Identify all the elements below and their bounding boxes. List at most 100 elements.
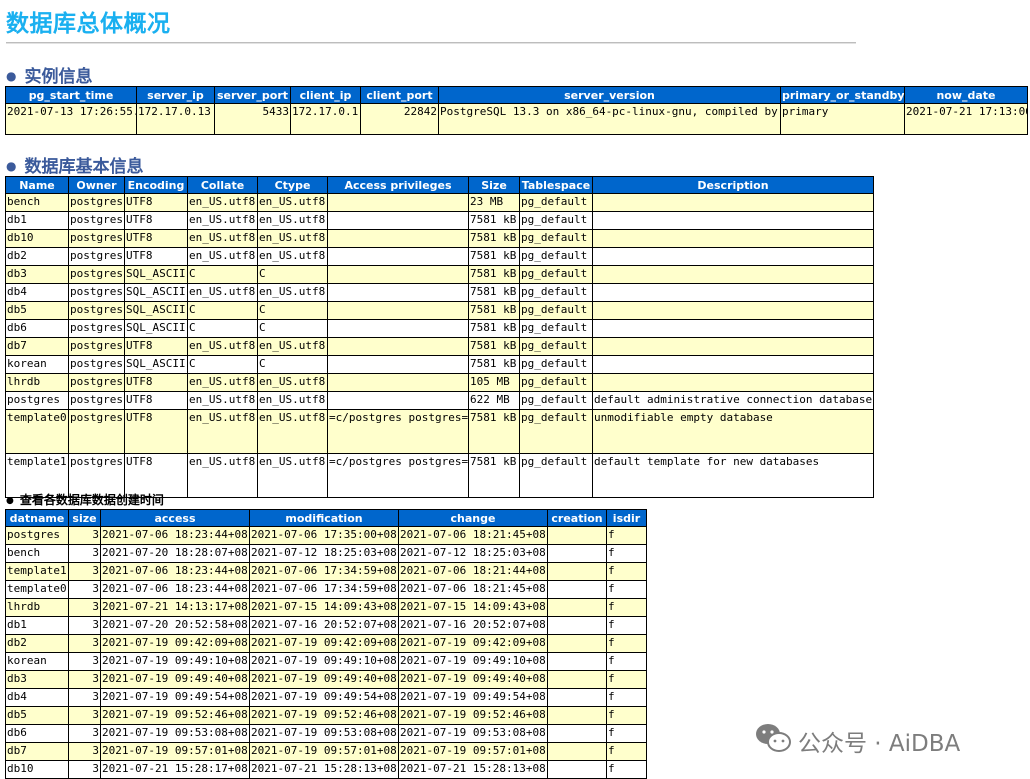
bullet-icon: ● [6, 69, 17, 83]
cell-access-privileges [327, 319, 469, 338]
cell-access-privileges [327, 301, 469, 320]
cell-collate: C [187, 301, 258, 320]
cell-access: 2021-07-19 09:42:09+08 [100, 634, 250, 653]
column-header-access-privileges: Access privileges [327, 176, 469, 194]
creation-time-title: 查看各数据库数据创建时间 [19, 493, 164, 507]
cell-access-privileges [327, 373, 469, 392]
cell-isdir: f [606, 670, 647, 689]
cell-encoding: UTF8 [124, 247, 188, 266]
cell-datname: db7 [5, 742, 69, 761]
cell-collate: C [187, 319, 258, 338]
cell-owner: postgres [68, 193, 125, 212]
table-row: db7 postgres UTF8 en_US.utf8 en_US.utf8 7581 … [5, 337, 874, 356]
column-header-owner: Owner [68, 176, 125, 194]
cell-creation [547, 562, 607, 581]
cell-isdir: f [606, 652, 647, 671]
cell-ctype: C [257, 319, 328, 338]
cell-access-privileges [327, 229, 469, 248]
cell-description [592, 211, 874, 230]
cell-access-privileges [327, 193, 469, 212]
table-header-row: Name Owner Encoding Collate Ctype Access priv… [5, 176, 874, 194]
cell-access: 2021-07-19 09:57:01+08 [100, 742, 250, 761]
column-header-client-ip: client_ip [290, 86, 361, 104]
cell-ctype: C [257, 265, 328, 284]
cell-creation [547, 616, 607, 635]
database-section-heading: ● 数据库基本信息 [6, 152, 143, 177]
cell-isdir: f [606, 598, 647, 617]
cell-isdir: f [606, 580, 647, 599]
table-row: db3 postgres SQL_ASCII C C 7581 kB pg_default [5, 265, 874, 284]
cell-datname: template0 [5, 580, 69, 599]
column-header-encoding: Encoding [124, 176, 188, 194]
cell-tablespace: pg_default [519, 337, 593, 356]
cell-access: 2021-07-19 09:49:54+08 [100, 688, 250, 707]
cell-ctype: en_US.utf8 [257, 373, 328, 392]
cell-datname: db1 [5, 616, 69, 635]
cell-name: db4 [5, 283, 69, 302]
cell-description [592, 373, 874, 392]
cell-access-privileges [327, 211, 469, 230]
cell-size: 7581 kB [468, 301, 520, 320]
cell-access-privileges [327, 247, 469, 266]
cell-collate: en_US.utf8 [187, 373, 258, 392]
cell-tablespace: pg_default [519, 247, 593, 266]
cell-encoding: UTF8 [124, 391, 188, 410]
table-row: db2 3 2021-07-19 09:42:09+08 2021-07-19 09:… [5, 634, 647, 653]
column-header-change: change [398, 509, 548, 527]
cell-change: 2021-07-19 09:49:10+08 [398, 652, 548, 671]
database-section-title: 数据库基本信息 [24, 157, 144, 177]
cell-collate: en_US.utf8 [187, 211, 258, 230]
cell-encoding: SQL_ASCII [124, 283, 188, 302]
cell-size: 3 [68, 580, 101, 599]
cell-description [592, 283, 874, 302]
cell-owner: postgres [68, 247, 125, 266]
cell-access: 2021-07-19 09:49:10+08 [100, 652, 250, 671]
cell-size: 3 [68, 616, 101, 635]
cell-name: template0 [5, 409, 69, 454]
cell-ctype: en_US.utf8 [257, 409, 328, 454]
title-divider [6, 42, 856, 44]
cell-size: 7581 kB [468, 355, 520, 374]
cell-size: 7581 kB [468, 337, 520, 356]
bullet-icon: ● [6, 159, 17, 173]
cell-datname: db6 [5, 724, 69, 743]
cell-access: 2021-07-19 09:49:40+08 [100, 670, 250, 689]
cell-description [592, 229, 874, 248]
cell-tablespace: pg_default [519, 283, 593, 302]
creation-time-heading: ● 查看各数据库数据创建时间 [6, 491, 164, 508]
cell-tablespace: pg_default [519, 391, 593, 410]
cell-creation [547, 526, 607, 545]
cell-change: 2021-07-19 09:53:08+08 [398, 724, 548, 743]
cell-size: 3 [68, 544, 101, 563]
bullet-icon: ● [6, 496, 14, 506]
cell-ctype: en_US.utf8 [257, 247, 328, 266]
cell-ctype: en_US.utf8 [257, 453, 328, 498]
column-header-client-port: client_port [360, 86, 439, 104]
table-row: db10 postgres UTF8 en_US.utf8 en_US.utf8 7581… [5, 229, 874, 248]
cell-size: 3 [68, 760, 101, 779]
cell-collate: en_US.utf8 [187, 409, 258, 454]
cell-isdir: f [606, 724, 647, 743]
column-header-creation: creation [547, 509, 607, 527]
instance-info-table: pg_start_time server_ip server_port client_… [5, 86, 1028, 135]
instance-section-heading: ● 实例信息 [6, 62, 92, 87]
cell-access: 2021-07-19 09:52:46+08 [100, 706, 250, 725]
cell-client-ip: 172.17.0.1 [290, 103, 361, 135]
cell-owner: postgres [68, 229, 125, 248]
cell-owner: postgres [68, 283, 125, 302]
cell-change: 2021-07-16 20:52:07+08 [398, 616, 548, 635]
cell-tablespace: pg_default [519, 229, 593, 248]
cell-creation [547, 706, 607, 725]
watermark-text: 公众号 · AiDBA [798, 731, 961, 757]
cell-size: 7581 kB [468, 283, 520, 302]
table-row: db1 3 2021-07-20 20:52:58+08 2021-07-16 20:… [5, 616, 647, 635]
cell-collate: en_US.utf8 [187, 247, 258, 266]
cell-access-privileges [327, 355, 469, 374]
cell-tablespace: pg_default [519, 453, 593, 498]
cell-datname: lhrdb [5, 598, 69, 617]
table-row: db7 3 2021-07-19 09:57:01+08 2021-07-19 09:… [5, 742, 647, 761]
cell-now-date: 2021-07-21 17:13:06.900674+08 [904, 103, 1028, 135]
cell-change: 2021-07-19 09:49:40+08 [398, 670, 548, 689]
cell-access: 2021-07-21 15:28:17+08 [100, 760, 250, 779]
cell-access-privileges [327, 337, 469, 356]
